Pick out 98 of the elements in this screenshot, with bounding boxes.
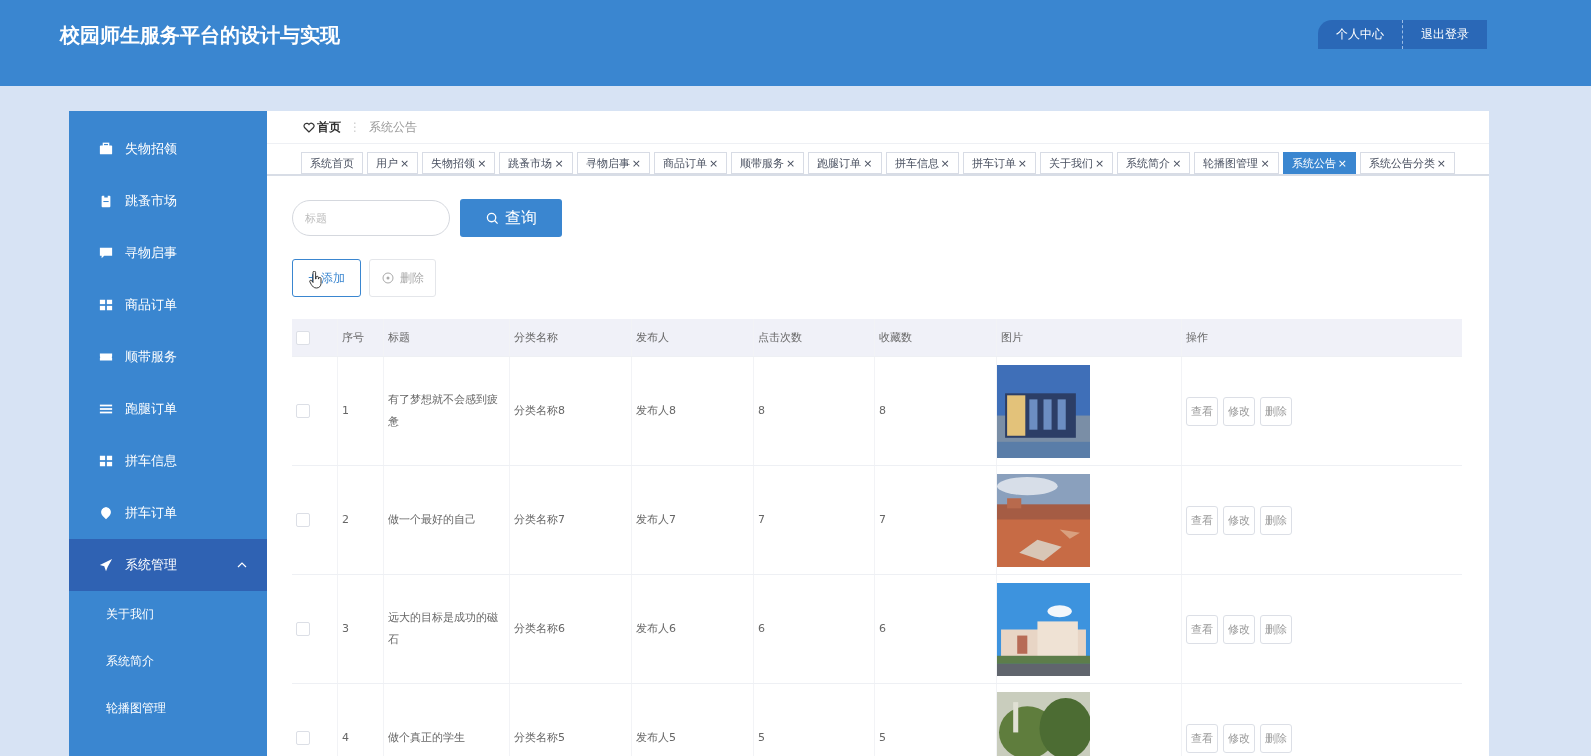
table-cell: 8 — [874, 357, 996, 465]
breadcrumb-home[interactable]: 首页 — [317, 118, 341, 136]
breadcrumb-current: 系统公告 — [369, 118, 417, 136]
table-cell: 2 — [337, 466, 383, 574]
header-button[interactable]: 退出登录 — [1403, 20, 1487, 49]
table-cell: 6 — [753, 575, 874, 683]
sidebar-subitem[interactable]: 系统简介 — [69, 638, 154, 685]
tab[interactable]: 寻物启事 × — [576, 152, 650, 174]
row-action-button[interactable]: 查看 — [1186, 505, 1218, 535]
tab[interactable]: 跳蚤市场 × — [499, 152, 573, 174]
row-action-button[interactable]: 删除 — [1260, 396, 1292, 426]
table-cell: 7 — [753, 466, 874, 574]
sidebar-subitem[interactable]: 轮播图管理 — [69, 685, 166, 732]
checkbox[interactable] — [296, 622, 310, 636]
delete-button[interactable]: 删除 — [369, 259, 436, 297]
table-cell: 3 — [337, 575, 383, 683]
row-action-button[interactable]: 删除 — [1260, 614, 1292, 644]
tab[interactable]: 系统简介 × — [1117, 152, 1191, 174]
row-action-button[interactable]: 查看 — [1186, 614, 1218, 644]
header-button[interactable]: 个人中心 — [1318, 20, 1403, 49]
table-cell: 远大的目标是成功的磁石 — [383, 575, 509, 683]
tab[interactable]: 轮播图管理 × — [1194, 152, 1279, 174]
search-field[interactable]: 标题 — [292, 200, 450, 236]
sidebar-item[interactable]: 失物招领 — [69, 123, 267, 175]
row-action-button[interactable]: 修改 — [1223, 396, 1255, 426]
column-header: 操作 — [1181, 319, 1459, 356]
sidebar-item[interactable]: 跳蚤市场 — [69, 175, 267, 227]
column-header: 分类名称 — [509, 319, 631, 356]
tab[interactable]: 顺带服务 × — [731, 152, 805, 174]
clipboard-icon — [99, 194, 113, 208]
tab[interactable]: 商品订单 × — [653, 152, 728, 174]
table-cell: 5 — [753, 684, 874, 756]
row-action-button[interactable]: 修改 — [1223, 505, 1255, 535]
hand-cursor-icon — [309, 271, 323, 289]
tab[interactable]: 用户 × — [367, 152, 419, 174]
sidebar-subitem[interactable]: 关于我们 — [69, 591, 154, 638]
table-cell: 1 — [337, 357, 383, 465]
table-cell: 6 — [874, 575, 996, 683]
column-header: 序号 — [337, 319, 383, 356]
row-action-button[interactable]: 查看 — [1186, 396, 1218, 426]
tab[interactable]: 系统公告 × — [1282, 152, 1356, 174]
sidebar-item[interactable]: 系统管理 — [69, 539, 267, 591]
row-action-button[interactable]: 修改 — [1223, 723, 1255, 753]
sidebar-item[interactable]: 跑腿订单 — [69, 383, 267, 435]
table-cell: 做一个最好的自己 — [383, 466, 509, 574]
tab[interactable]: 失物招领 × — [422, 152, 496, 174]
column-header: 点击次数 — [753, 319, 874, 356]
table-cell: 发布人6 — [631, 575, 753, 683]
caret-icon — [237, 562, 247, 568]
sidebar-item[interactable]: 拼车信息 — [69, 435, 267, 487]
chat-icon — [99, 246, 113, 260]
plane-icon — [99, 558, 113, 572]
tab[interactable]: 系统首页 — [301, 152, 363, 174]
checkbox[interactable] — [296, 330, 310, 345]
grid-icon — [99, 298, 113, 312]
tab[interactable]: 跑腿订单 × — [808, 152, 882, 174]
app-title: 校园师生服务平台的设计与实现 — [60, 22, 340, 49]
table-cell: 发布人8 — [631, 357, 753, 465]
table-cell: 发布人5 — [631, 684, 753, 756]
briefcase-icon — [99, 142, 113, 156]
table-cell: 8 — [753, 357, 874, 465]
table-cell: 做个真正的学生 — [383, 684, 509, 756]
row-action-button[interactable]: 查看 — [1186, 723, 1218, 753]
table-cell: 分类名称5 — [509, 684, 631, 756]
table-cell: 发布人7 — [631, 466, 753, 574]
tab[interactable]: 关于我们 × — [1039, 152, 1114, 174]
checkbox[interactable] — [296, 513, 310, 527]
column-header: 图片 — [996, 319, 1181, 356]
row-action-button[interactable]: 修改 — [1223, 614, 1255, 644]
breadcrumb-separator: ⋮ — [349, 120, 361, 134]
sidebar-item[interactable]: 顺带服务 — [69, 331, 267, 383]
column-header: 收藏数 — [874, 319, 996, 356]
sidebar-item[interactable]: 寻物启事 — [69, 227, 267, 279]
table-cell: 5 — [874, 684, 996, 756]
tab[interactable]: 系统公告分类 × — [1359, 152, 1456, 174]
search-icon — [485, 211, 499, 225]
table-cell: 7 — [874, 466, 996, 574]
table-cell: 有了梦想就不会感到疲惫 — [383, 357, 509, 465]
row-action-button[interactable]: 删除 — [1260, 505, 1292, 535]
table-cell: 分类名称8 — [509, 357, 631, 465]
sidebar-item[interactable]: 拼车订单 — [69, 487, 267, 539]
heart-icon — [303, 121, 315, 133]
search-button[interactable]: 查询 — [460, 199, 562, 237]
table-cell: 分类名称7 — [509, 466, 631, 574]
checkbox[interactable] — [296, 404, 310, 418]
checkbox[interactable] — [296, 731, 310, 745]
table-cell: 4 — [337, 684, 383, 756]
circle-icon — [381, 272, 394, 284]
list-icon — [99, 402, 113, 416]
pin-icon — [99, 506, 113, 520]
grid-icon — [99, 454, 113, 468]
sidebar-item[interactable]: 商品订单 — [69, 279, 267, 331]
column-header: 标题 — [383, 319, 509, 356]
tab[interactable]: 拼车订单 × — [962, 152, 1036, 174]
tab[interactable]: 拼车信息 × — [885, 152, 959, 174]
row-action-button[interactable]: 删除 — [1260, 723, 1292, 753]
column-header: 发布人 — [631, 319, 753, 356]
table-cell: 分类名称6 — [509, 575, 631, 683]
